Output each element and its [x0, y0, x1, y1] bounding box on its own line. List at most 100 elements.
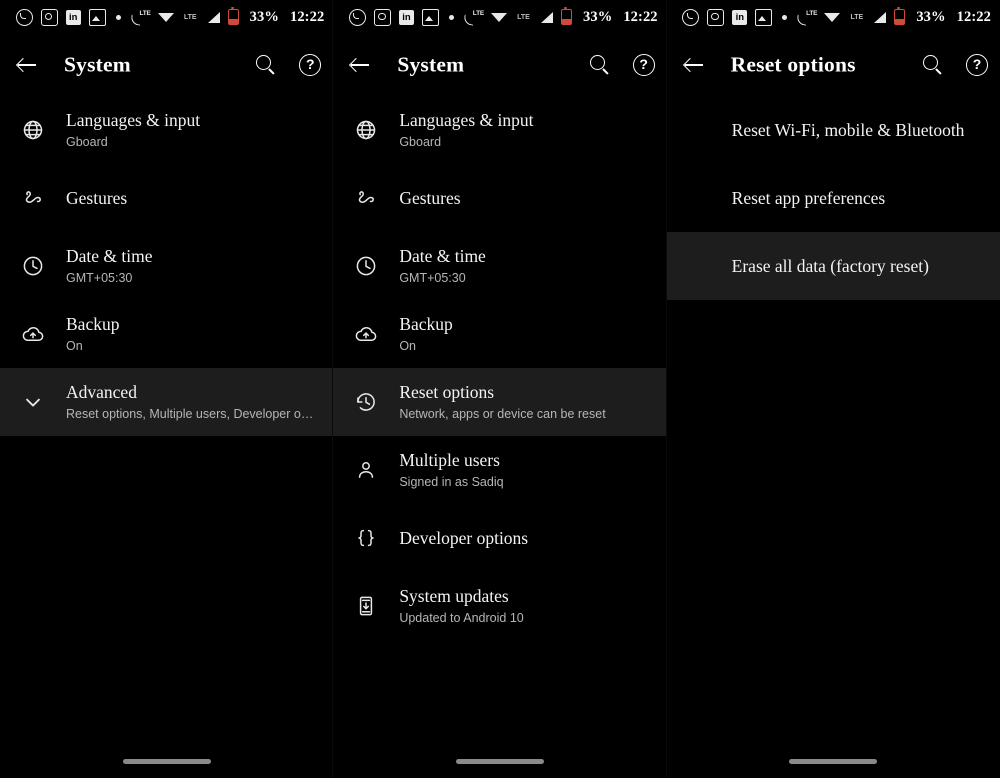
list-item-text: Multiple users Signed in as Sadiq [399, 449, 511, 491]
list-item[interactable]: Gestures [333, 164, 666, 232]
language-globe-icon [0, 114, 66, 146]
home-indicator[interactable] [667, 759, 1000, 764]
list-item[interactable]: Date & time GMT+05:30 [0, 232, 333, 300]
list-item[interactable]: Gestures [0, 164, 333, 232]
search-icon[interactable] [922, 54, 944, 76]
list-item-title: Languages & input [399, 110, 534, 130]
clock-icon [0, 250, 66, 282]
status-bar: LTE 33% 12:22 [0, 0, 333, 34]
list-item-text: System updates Updated to Android 10 [399, 585, 531, 627]
help-icon[interactable] [965, 54, 988, 76]
history-restore-icon [333, 386, 399, 418]
list-item-subtitle: On [66, 339, 83, 353]
list-item-subtitle: GMT+05:30 [399, 271, 466, 285]
list-item-subtitle: Updated to Android 10 [399, 611, 524, 625]
list-item[interactable]: Backup On [333, 300, 666, 368]
list-item[interactable]: Multiple users Signed in as Sadiq [333, 436, 666, 504]
gestures-icon [333, 182, 399, 214]
list-item[interactable]: Backup On [0, 300, 333, 368]
settings-list: Languages & input Gboard Gestures Date & ti… [333, 96, 667, 640]
linkedin-icon [65, 9, 81, 25]
list-item[interactable]: Reset Wi-Fi, mobile & Bluetooth [667, 96, 1000, 164]
list-item[interactable]: Reset options Network, apps or device can… [333, 368, 667, 436]
list-item[interactable]: Erase all data (factory reset) [666, 232, 1000, 300]
phone-update-icon [333, 590, 399, 622]
list-item-title: Advanced [66, 382, 137, 402]
gestures-icon [0, 182, 66, 214]
back-arrow-icon[interactable] [347, 52, 373, 78]
list-item-title: Developer options [399, 527, 529, 548]
messages-icon [707, 8, 725, 26]
list-item[interactable]: Reset app preferences [667, 164, 1000, 232]
list-item-subtitle: Network, apps or device can be reset [399, 407, 606, 421]
settings-list: Languages & input Gboard Gestures Date & ti… [0, 96, 334, 436]
status-bar-icons: LTE 33% 12:22 [349, 7, 658, 26]
list-item[interactable]: Advanced Reset options, Multiple users, D… [0, 368, 334, 436]
battery-percent-label: 33% [583, 8, 613, 25]
chevron-down-icon [0, 386, 66, 418]
list-item-title: Reset options [399, 382, 495, 402]
home-indicator[interactable] [333, 759, 666, 764]
search-icon[interactable] [589, 54, 611, 76]
wifi-icon [824, 11, 841, 24]
battery-icon [227, 7, 239, 25]
list-item-subtitle: Gboard [399, 135, 442, 149]
list-item[interactable]: System updates Updated to Android 10 [333, 572, 666, 640]
app-bar-actions [589, 54, 655, 76]
panel-system-expanded: LTE 33% 12:22 System Languages & input Gboard… [333, 0, 667, 778]
settings-list: Reset Wi-Fi, mobile & Bluetooth Reset app… [666, 96, 1000, 300]
back-arrow-icon[interactable] [14, 52, 40, 78]
status-bar-clock: 12:22 [956, 8, 991, 25]
home-gesture-pill[interactable] [122, 759, 211, 764]
back-arrow-icon[interactable] [681, 52, 707, 78]
list-item-text: Erase all data (factory reset) [732, 255, 937, 278]
app-bar-actions [255, 54, 322, 76]
page-title: Reset options [730, 52, 856, 77]
list-item-text: Reset options Network, apps or device can… [399, 381, 613, 423]
list-item-subtitle: Signed in as Sadiq [399, 475, 504, 489]
battery-percent-label: 33% [916, 8, 946, 25]
list-item-text: Backup On [66, 313, 127, 355]
list-item-text: Date & time GMT+05:30 [399, 245, 494, 287]
list-item-title: Reset app preferences [731, 187, 886, 208]
search-icon[interactable] [255, 54, 277, 76]
list-item[interactable]: Languages & input Gboard [0, 96, 333, 164]
home-gesture-pill[interactable] [789, 759, 878, 764]
list-item[interactable]: Date & time GMT+05:30 [333, 232, 666, 300]
help-icon[interactable] [632, 54, 655, 76]
panel-reset-options: LTE 33% 12:22 Reset options Reset Wi-Fi, mob… [666, 0, 1000, 778]
volte-icon [464, 10, 484, 25]
list-item-title: System updates [399, 586, 509, 606]
list-item-text: Date & time GMT+05:30 [66, 245, 161, 287]
list-item-title: Gestures [66, 187, 128, 208]
app-bar: System [333, 34, 666, 96]
home-indicator[interactable] [0, 759, 333, 764]
three-panel-screenshot: LTE 33% 12:22 System Languages & input Gboard… [0, 0, 1000, 778]
page-title: System [397, 52, 465, 77]
help-icon[interactable] [299, 54, 322, 76]
list-item-title: Date & time [66, 246, 153, 266]
linkedin-icon [399, 9, 414, 25]
app-bar: System [0, 34, 333, 96]
list-item-text: Advanced Reset options, Multiple users, D… [66, 381, 323, 423]
status-bar-icons: LTE 33% 12:22 [15, 7, 325, 26]
status-bar: LTE 33% 12:22 [333, 0, 666, 34]
app-bar: Reset options [667, 34, 1000, 96]
list-item[interactable]: Languages & input Gboard [333, 96, 666, 164]
gallery-icon [755, 8, 773, 26]
more-dot-icon [115, 14, 121, 20]
braces-icon [333, 522, 399, 554]
list-item-title: Gestures [399, 187, 461, 208]
list-item-text: Gestures [399, 187, 468, 210]
whatsapp-icon [349, 8, 366, 26]
status-bar-clock: 12:22 [289, 8, 325, 25]
list-item[interactable]: Developer options [333, 504, 666, 572]
home-gesture-pill[interactable] [455, 759, 544, 764]
status-bar-icons: LTE 33% 12:22 [682, 7, 991, 26]
list-item-subtitle: On [399, 339, 417, 353]
list-item-title: Erase all data (factory reset) [731, 255, 929, 276]
list-item-title: Reset Wi-Fi, mobile & Bluetooth [731, 119, 965, 140]
lte-label-icon: LTE [517, 13, 530, 21]
whatsapp-icon [15, 8, 33, 26]
cloud-backup-icon [0, 318, 66, 350]
